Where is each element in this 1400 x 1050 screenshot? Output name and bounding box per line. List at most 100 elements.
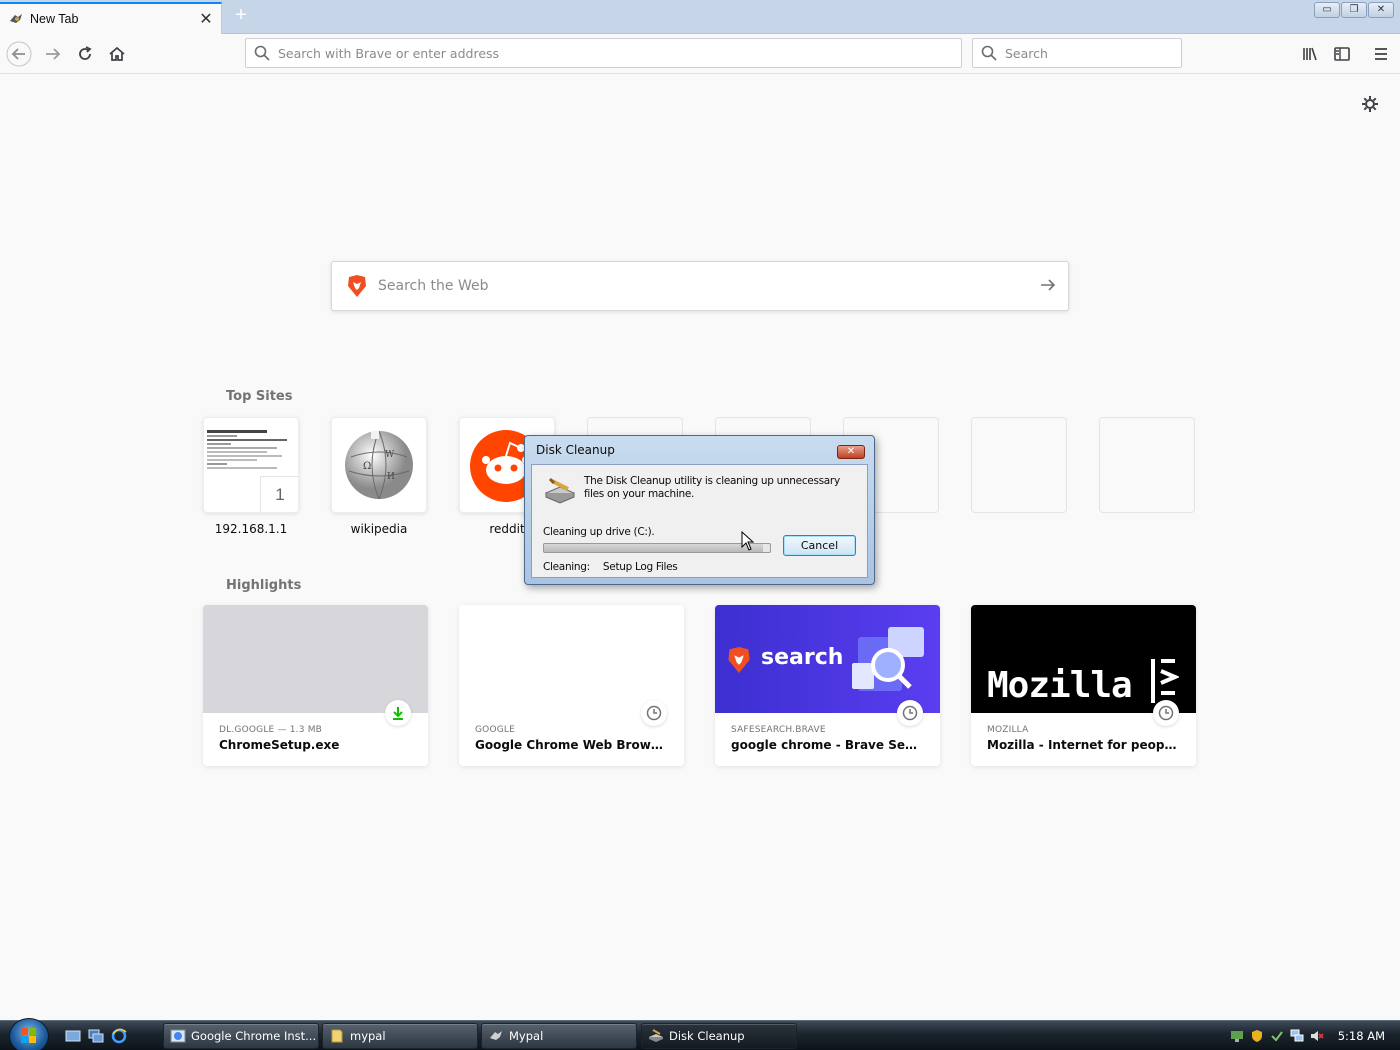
highlight-card-mozilla[interactable]: Mozilla MOZILLA Mozilla - Internet for p… bbox=[971, 605, 1196, 766]
mypal-favicon-icon bbox=[10, 14, 22, 23]
window-controls: ▭ ❐ ✕ bbox=[1314, 2, 1394, 18]
sidebar-button[interactable] bbox=[1329, 41, 1355, 67]
tab-strip: New Tab ✕ + ▭ ❐ ✕ bbox=[0, 0, 1400, 34]
dialog-body: The Disk Cleanup utility is cleaning up … bbox=[531, 464, 868, 578]
taskbar-item-mypal-folder[interactable]: mypal bbox=[322, 1023, 478, 1049]
cleanup-progress-bar bbox=[543, 543, 771, 553]
arrow-right-icon bbox=[1041, 278, 1056, 291]
switch-windows-icon[interactable] bbox=[88, 1028, 104, 1044]
highlight-context: GOOGLE bbox=[475, 725, 516, 735]
system-tray: 5:18 AM bbox=[1230, 1021, 1400, 1050]
search-illustration-icon bbox=[852, 627, 924, 691]
update-check-icon[interactable] bbox=[1270, 1029, 1284, 1043]
address-input[interactable] bbox=[278, 45, 961, 61]
download-icon bbox=[393, 707, 403, 720]
top-site-router[interactable]: 1 192.168.1.1 bbox=[203, 417, 299, 536]
forward-arrow-icon bbox=[46, 48, 61, 60]
task-label: mypal bbox=[350, 1029, 386, 1043]
home-icon bbox=[109, 46, 125, 61]
close-window-button[interactable]: ✕ bbox=[1368, 2, 1394, 18]
security-shield-icon[interactable] bbox=[1250, 1029, 1264, 1043]
hamburger-menu-icon bbox=[1375, 48, 1387, 60]
brave-logo-icon bbox=[728, 647, 750, 673]
show-desktop-icon[interactable] bbox=[65, 1028, 81, 1044]
close-tab-icon[interactable]: ✕ bbox=[195, 9, 217, 29]
highlight-title: Mozilla - Internet for people, no... bbox=[987, 738, 1180, 752]
wikipedia-globe-icon: W Ω И bbox=[345, 430, 413, 500]
search-bar[interactable] bbox=[972, 38, 1182, 68]
web-search-box[interactable] bbox=[331, 261, 1069, 311]
disk-cleanup-icon bbox=[649, 1029, 663, 1042]
dialog-titlebar[interactable]: Disk Cleanup ✕ bbox=[525, 436, 874, 464]
history-badge bbox=[897, 700, 923, 726]
site-number-badge: 1 bbox=[260, 476, 298, 512]
highlight-thumbnail bbox=[459, 605, 684, 713]
highlight-context: DL.GOOGLE — 1.3 MB bbox=[219, 725, 323, 735]
highlight-card-brave-search[interactable]: search SAFESEARCH.BRAVE google chrome - … bbox=[715, 605, 940, 766]
library-icon bbox=[1303, 47, 1317, 61]
clock-icon bbox=[646, 705, 662, 721]
back-button[interactable] bbox=[6, 41, 32, 67]
start-button[interactable] bbox=[9, 1018, 49, 1050]
taskbar-item-chrome-installer[interactable]: Google Chrome Inst... bbox=[163, 1023, 319, 1049]
disk-cleanup-dialog: Disk Cleanup ✕ The Disk Cleanup utility … bbox=[524, 435, 875, 585]
top-site-label: wikipedia bbox=[350, 522, 408, 536]
reload-button[interactable] bbox=[72, 41, 98, 67]
svg-text:И: И bbox=[387, 472, 395, 482]
library-button[interactable] bbox=[1297, 41, 1323, 67]
network-monitor-icon[interactable] bbox=[1230, 1029, 1244, 1043]
taskbar-item-mypal-browser[interactable]: Mypal bbox=[481, 1023, 637, 1049]
highlight-context: SAFESEARCH.BRAVE bbox=[731, 725, 826, 735]
search-icon bbox=[981, 45, 997, 61]
search-icon bbox=[254, 45, 270, 61]
highlight-title: Google Chrome Web Browser bbox=[475, 738, 668, 752]
drive-status-text: Cleaning up drive (C:). bbox=[543, 526, 655, 538]
search-input[interactable] bbox=[1005, 45, 1181, 61]
address-bar[interactable] bbox=[245, 38, 962, 68]
cancel-button[interactable]: Cancel bbox=[783, 535, 856, 556]
highlight-thumbnail: search bbox=[715, 605, 940, 713]
highlights-heading: Highlights bbox=[226, 578, 302, 593]
folder-icon bbox=[331, 1029, 343, 1043]
mypal-icon bbox=[490, 1031, 502, 1040]
highlight-context: MOZILLA bbox=[987, 725, 1029, 735]
highlight-title: ChromeSetup.exe bbox=[219, 738, 340, 752]
thumbnail-search-text: search bbox=[761, 645, 844, 670]
newtab-settings-button[interactable] bbox=[1360, 94, 1380, 114]
highlight-card-google-chrome[interactable]: GOOGLE Google Chrome Web Browser bbox=[459, 605, 684, 766]
gear-icon bbox=[1362, 96, 1378, 112]
network-icon[interactable] bbox=[1290, 1029, 1304, 1043]
dialog-close-button[interactable]: ✕ bbox=[837, 445, 865, 459]
empty-site-slot bbox=[971, 417, 1067, 513]
sidebar-icon bbox=[1334, 47, 1350, 61]
history-badge bbox=[641, 700, 667, 726]
search-go-button[interactable] bbox=[1028, 276, 1068, 297]
empty-site-slot bbox=[1099, 417, 1195, 513]
task-label: Google Chrome Inst... bbox=[191, 1029, 317, 1043]
restore-button[interactable]: ❐ bbox=[1341, 2, 1367, 18]
volume-muted-icon[interactable] bbox=[1310, 1029, 1324, 1043]
minimize-button[interactable]: ▭ bbox=[1314, 2, 1340, 18]
taskbar-item-disk-cleanup[interactable]: Disk Cleanup bbox=[641, 1023, 797, 1049]
mouse-cursor-icon bbox=[741, 531, 755, 551]
top-site-wikipedia[interactable]: W Ω И wikipedia bbox=[331, 417, 427, 536]
menu-button[interactable] bbox=[1368, 41, 1394, 67]
cleaning-status: Cleaning: Setup Log Files bbox=[543, 561, 678, 573]
web-search-input[interactable] bbox=[378, 278, 1028, 294]
forward-button[interactable] bbox=[40, 41, 66, 67]
installer-icon bbox=[170, 1029, 186, 1043]
svg-text:Ω: Ω bbox=[363, 461, 371, 472]
task-label: Disk Cleanup bbox=[669, 1029, 745, 1043]
tab-new-tab[interactable]: New Tab ✕ bbox=[0, 2, 222, 34]
new-tab-button[interactable]: + bbox=[230, 5, 252, 27]
home-button[interactable] bbox=[104, 41, 130, 67]
windows-taskbar: Google Chrome Inst... mypal Mypal Disk C… bbox=[0, 1018, 1400, 1050]
system-clock[interactable]: 5:18 AM bbox=[1338, 1029, 1385, 1043]
top-site-thumbnail: W Ω И bbox=[331, 417, 427, 513]
highlight-card-chromesetup[interactable]: DL.GOOGLE — 1.3 MB ChromeSetup.exe bbox=[203, 605, 428, 766]
nav-toolbar bbox=[0, 34, 1400, 74]
dialog-message: The Disk Cleanup utility is cleaning up … bbox=[584, 475, 840, 500]
highlight-thumbnail bbox=[203, 605, 428, 713]
internet-explorer-icon[interactable] bbox=[111, 1028, 127, 1044]
progress-fill bbox=[544, 544, 764, 552]
